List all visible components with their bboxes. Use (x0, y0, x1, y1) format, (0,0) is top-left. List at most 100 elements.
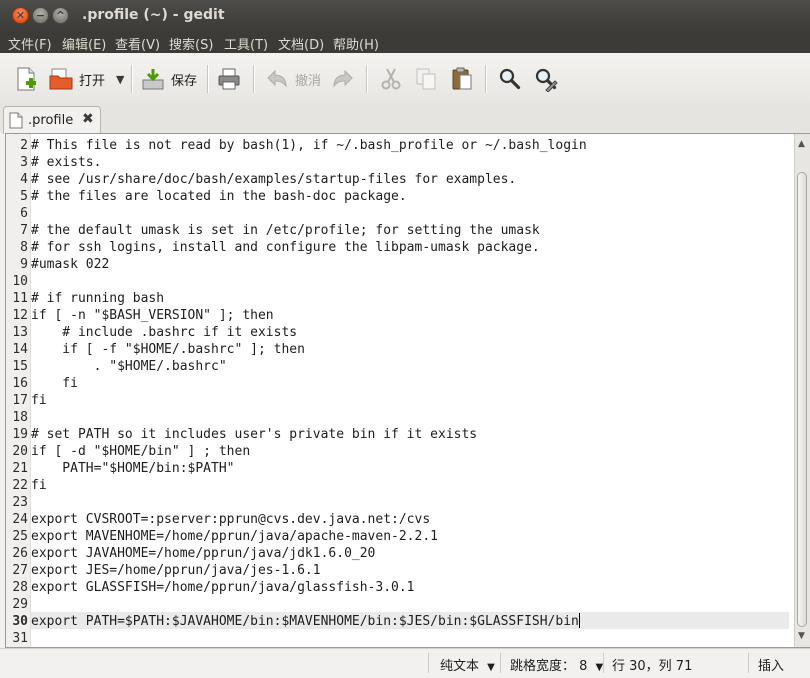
line-number: 11 (12, 291, 28, 306)
line-number: 23 (12, 495, 28, 510)
line-number: 5 (20, 189, 28, 204)
window-close-button[interactable]: ✕ (12, 7, 29, 24)
window-maximize-button[interactable]: ^ (52, 7, 69, 24)
status-separator (428, 653, 429, 673)
window-title: .profile (~) - gedit (82, 7, 225, 23)
syntax-mode-selector[interactable]: 纯文本 ▼ (440, 655, 495, 674)
code-line[interactable]: fi (31, 392, 789, 409)
undo-icon (267, 69, 287, 88)
code-line[interactable] (31, 409, 789, 426)
code-line[interactable]: # the default umask is set in /etc/profi… (31, 222, 789, 239)
vertical-scrollbar[interactable]: ▲ ▼ (794, 134, 810, 647)
code-line[interactable]: if [ -d "$HOME/bin" ] ; then (31, 443, 789, 460)
find-button[interactable] (497, 66, 523, 92)
code-line[interactable]: if [ -n "$BASH_VERSION" ]; then (31, 307, 789, 324)
copy-button[interactable] (413, 66, 439, 92)
tab-profile[interactable]: .profile ✖ (3, 106, 101, 134)
code-line[interactable] (31, 630, 789, 647)
line-number: 20 (12, 444, 28, 459)
code-line[interactable]: if [ -f "$HOME/.bashrc" ]; then (31, 341, 789, 358)
scissors-icon (381, 68, 401, 90)
text-cursor (578, 613, 580, 628)
tab-label: .profile (28, 113, 74, 128)
line-number: 19 (12, 427, 28, 442)
menu-edit[interactable]: 编辑(E) (62, 34, 106, 53)
code-line[interactable]: # exists. (31, 154, 789, 171)
code-line[interactable]: # see /usr/share/doc/bash/examples/start… (31, 171, 789, 188)
chevron-down-icon: ▼ (487, 662, 495, 673)
line-number: 16 (12, 376, 28, 391)
new-document-icon (17, 67, 36, 91)
code-line[interactable]: fi (31, 375, 789, 392)
save-label: 保存 (171, 73, 198, 89)
paste-button[interactable] (449, 66, 475, 92)
undo-button[interactable]: 撤消 (264, 66, 321, 92)
line-number: 18 (12, 410, 28, 425)
scroll-down-icon[interactable]: ▼ (798, 631, 805, 641)
cut-button[interactable] (378, 66, 404, 92)
line-number: 6 (20, 206, 28, 221)
menu-tools[interactable]: 工具(T) (224, 34, 268, 53)
insert-mode-indicator: 插入 (758, 659, 785, 674)
code-line[interactable]: . "$HOME/.bashrc" (31, 358, 789, 375)
code-line[interactable]: fi (31, 477, 789, 494)
save-icon (142, 69, 164, 90)
code-line[interactable]: # for ssh logins, install and configure … (31, 239, 789, 256)
code-line[interactable]: #umask 022 (31, 256, 789, 273)
find-replace-icon (535, 68, 558, 92)
tab-width-selector[interactable]: 跳格宽度： 8 ▼ (510, 655, 603, 674)
toolbar-separator (485, 65, 487, 93)
toolbar-separator (366, 65, 368, 93)
close-icon: ✕ (15, 9, 26, 22)
menu-file[interactable]: 文件(F) (8, 34, 52, 53)
redo-icon (333, 69, 353, 88)
line-number: 13 (12, 325, 28, 340)
menu-documents[interactable]: 文档(D) (278, 34, 324, 53)
code-line[interactable] (31, 205, 789, 222)
find-replace-button[interactable] (533, 66, 559, 92)
line-number: 7 (20, 223, 28, 238)
minimize-icon: − (35, 9, 46, 22)
code-line[interactable]: PATH="$HOME/bin:$PATH" (31, 460, 789, 477)
code-line[interactable]: export PATH=$PATH:$JAVAHOME/bin:$MAVENHO… (31, 613, 789, 630)
menu-view[interactable]: 查看(V) (115, 34, 160, 53)
printer-icon (218, 68, 240, 90)
print-button[interactable] (216, 66, 242, 92)
toolbar-separator (253, 65, 255, 93)
status-separator (500, 653, 501, 673)
text-document-icon (9, 112, 23, 129)
line-number: 22 (12, 478, 28, 493)
code-line[interactable]: export CVSROOT=:pserver:pprun@cvs.dev.ja… (31, 511, 789, 528)
line-number: 30 (12, 614, 28, 629)
code-line[interactable]: # the files are located in the bash-doc … (31, 188, 789, 205)
window-minimize-button[interactable]: − (32, 7, 49, 24)
code-line[interactable]: # if running bash (31, 290, 789, 307)
code-line[interactable]: # This file is not read by bash(1), if ~… (31, 137, 789, 154)
code-line[interactable]: export JAVAHOME=/home/pprun/java/jdk1.6.… (31, 545, 789, 562)
line-number: 14 (12, 342, 28, 357)
code-line[interactable] (31, 494, 789, 511)
code-line[interactable]: # include .bashrc if it exists (31, 324, 789, 341)
scroll-up-icon[interactable]: ▲ (798, 139, 805, 149)
redo-button[interactable] (330, 66, 356, 92)
code-line[interactable]: # set PATH so it includes user's private… (31, 426, 789, 443)
code-line[interactable]: export JES=/home/pprun/java/jes-1.6.1 (31, 562, 789, 579)
tab-close-icon[interactable]: ✖ (82, 111, 94, 127)
save-button[interactable]: 保存 (140, 66, 197, 92)
text-editor[interactable]: 2 # This file is not read by bash(1), if … (5, 133, 810, 648)
line-number: 4 (20, 172, 28, 187)
toolbar-separator (131, 65, 133, 93)
open-button[interactable]: 打开 (48, 66, 105, 92)
menu-search[interactable]: 搜索(S) (169, 34, 213, 53)
menu-help[interactable]: 帮助(H) (333, 34, 379, 53)
code-line[interactable]: export GLASSFISH=/home/pprun/java/glassf… (31, 579, 789, 596)
line-number: 29 (12, 597, 28, 612)
open-recent-dropdown[interactable]: ▼ (116, 66, 124, 92)
code-line[interactable] (31, 596, 789, 613)
line-number: 17 (12, 393, 28, 408)
scrollbar-thumb[interactable] (797, 172, 807, 627)
code-line[interactable]: export MAVENHOME=/home/pprun/java/apache… (31, 528, 789, 545)
new-document-button[interactable] (13, 66, 39, 92)
code-line[interactable] (31, 273, 789, 290)
line-number: 12 (12, 308, 28, 323)
